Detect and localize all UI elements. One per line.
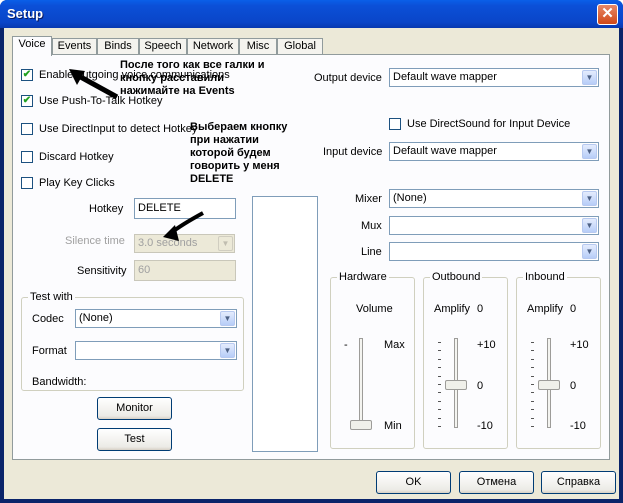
help-button[interactable]: Справка [541, 471, 616, 494]
cancel-button[interactable]: Отмена [459, 471, 534, 494]
setup-window: Setup ✕ Voice Events Binds Speech Networ… [0, 0, 623, 503]
window-title: Setup [7, 6, 44, 21]
title-bar[interactable]: Setup ✕ [0, 0, 623, 28]
tab-binds[interactable]: Binds [97, 38, 139, 55]
dialog-client: Voice Events Binds Speech Network Misc G… [4, 28, 619, 499]
tab-global[interactable]: Global [277, 38, 323, 55]
voice-tab-panel: ✔ Enable outgoing voice communications ✔… [12, 54, 610, 460]
tab-network[interactable]: Network [187, 38, 239, 55]
tab-events[interactable]: Events [52, 38, 97, 55]
tab-speech[interactable]: Speech [139, 38, 187, 55]
arrow-to-events-tab-icon [75, 72, 119, 100]
close-button[interactable]: ✕ [597, 4, 618, 25]
tab-misc[interactable]: Misc [239, 38, 277, 55]
ok-button[interactable]: OK [376, 471, 451, 494]
tab-voice[interactable]: Voice [12, 36, 52, 56]
annotation-arrows [69, 69, 204, 241]
